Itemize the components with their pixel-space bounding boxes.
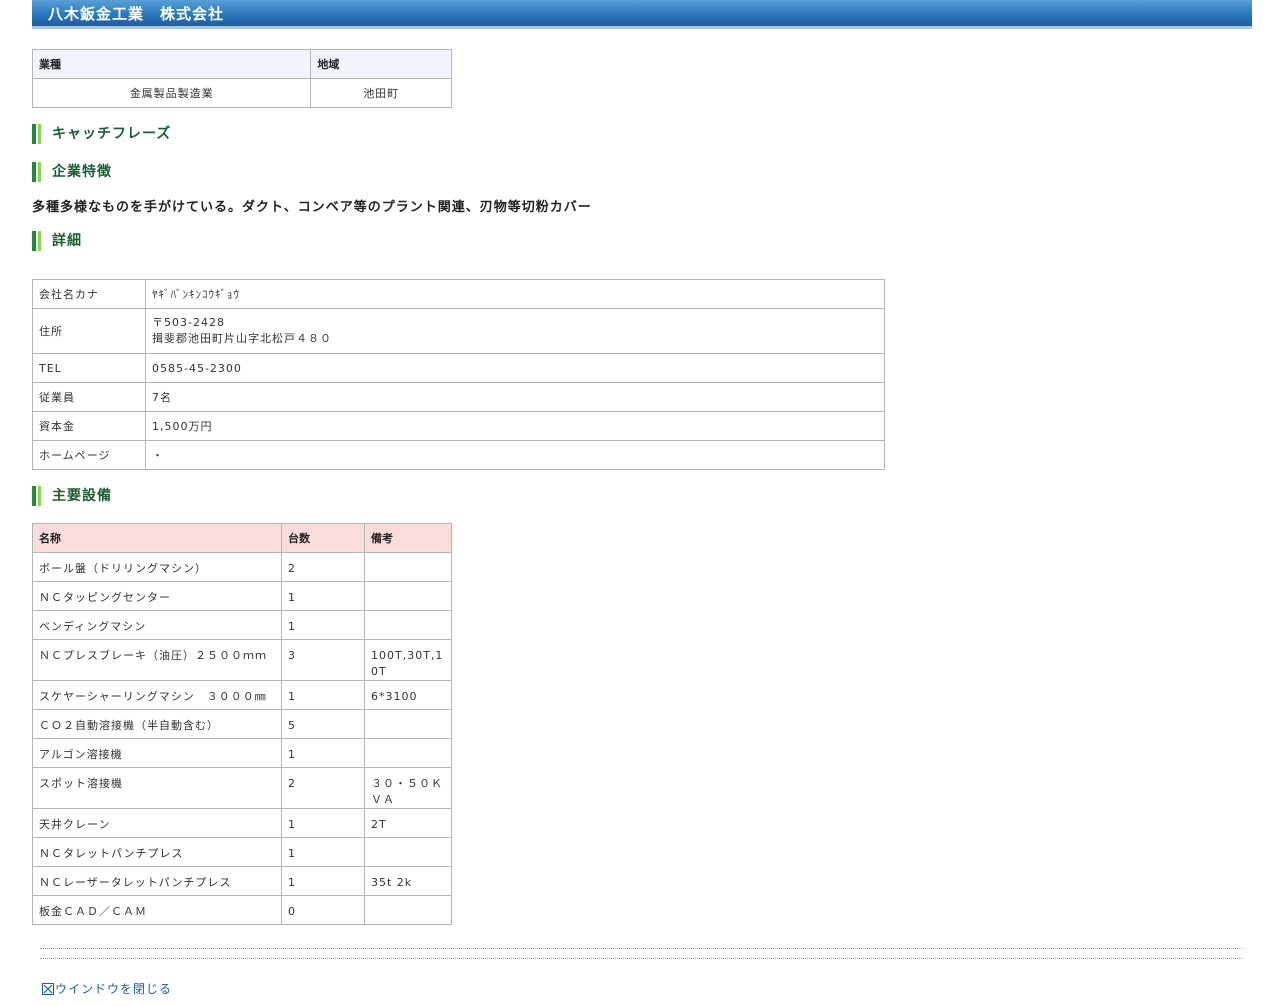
industry-value: 金属製品製造業 [31, 78, 312, 108]
equip-count: 2 [281, 767, 365, 809]
equip-name: スケヤーシャーリングマシン ３０００㎜ [32, 680, 282, 710]
equip-note: ３０・５０ＫＶＡ [364, 767, 452, 809]
equip-name: ＮＣタッピングセンター [32, 581, 282, 611]
homepage-value: ・ [145, 440, 885, 470]
divider [40, 948, 1242, 949]
table-row: 天井クレーン 1 2T [32, 808, 452, 838]
equip-note: 100T,30T,10T [364, 639, 452, 681]
detail-label: ホームページ [32, 440, 146, 470]
capital-value: 1,500万円 [145, 411, 885, 441]
detail-table: 会社名カナ ﾔｷﾞﾊﾞﾝｷﾝｺｳｷﾞｮｳ 住所 〒503-2428 揖斐郡池田町… [32, 279, 885, 470]
equip-name: アルゴン溶接機 [32, 738, 282, 768]
close-window-label: ウインドウを閉じる [55, 982, 173, 996]
equip-name: ベンディングマシン [32, 610, 282, 640]
equip-count: 1 [281, 808, 365, 838]
catchphrase-heading: キャッチフレーズ [32, 124, 171, 144]
table-row: ＣＯ２自動溶接機（半自動含む） 5 [32, 709, 452, 739]
detail-label: 資本金 [32, 411, 146, 441]
table-row: ＮＣレーザータレットパンチプレス 1 35t 2k [32, 866, 452, 896]
feature-heading: 企業特徴 [32, 162, 112, 182]
detail-label: 会社名カナ [32, 279, 146, 309]
equip-name: ＮＣレーザータレットパンチプレス [32, 866, 282, 896]
table-row: スポット溶接機 2 ３０・５０ＫＶＡ [32, 767, 452, 809]
table-row: アルゴン溶接機 1 [32, 738, 452, 768]
table-row: ボール盤（ドリリングマシン） 2 [32, 552, 452, 582]
equip-name: ＮＣタレットパンチプレス [32, 837, 282, 867]
equip-count: 0 [281, 895, 365, 925]
detail-value: ﾔｷﾞﾊﾞﾝｷﾝｺｳｷﾞｮｳ [145, 279, 885, 309]
equip-count: 1 [281, 680, 365, 710]
equipment-heading: 主要設備 [32, 486, 112, 506]
equip-name: スポット溶接機 [32, 767, 282, 809]
detail-label: 住所 [32, 308, 146, 354]
basic-info-table: 業種 地域 金属製品製造業 池田町 [31, 49, 452, 108]
table-row: スケヤーシャーリングマシン ３０００㎜ 1 6*3100 [32, 680, 452, 710]
close-window-link[interactable]: ウインドウを閉じる [42, 980, 172, 997]
detail-heading: 詳細 [32, 231, 82, 251]
equip-name: 天井クレーン [32, 808, 282, 838]
equip-note [364, 610, 452, 640]
detail-row: 従業員 7名 [32, 382, 885, 412]
equip-note: 35t 2k [364, 866, 452, 896]
equip-count-header: 台数 [281, 523, 365, 553]
tel-value: 0585-45-2300 [145, 353, 885, 383]
equip-count: 1 [281, 866, 365, 896]
equip-note [364, 738, 452, 768]
equip-count: 1 [281, 581, 365, 611]
employees-value: 7名 [145, 382, 885, 412]
equip-note-header: 備考 [364, 523, 452, 553]
detail-row: 住所 〒503-2428 揖斐郡池田町片山字北松戸４８０ [32, 308, 885, 354]
address-value: 〒503-2428 揖斐郡池田町片山字北松戸４８０ [145, 308, 885, 354]
postal-code: 〒503-2428 [152, 316, 225, 329]
table-row: ＮＣタレットパンチプレス 1 [32, 837, 452, 867]
equip-name: ＣＯ２自動溶接機（半自動含む） [32, 709, 282, 739]
detail-row: 会社名カナ ﾔｷﾞﾊﾞﾝｷﾝｺｳｷﾞｮｳ [32, 279, 885, 309]
divider [40, 958, 1242, 959]
equip-note: 6*3100 [364, 680, 452, 710]
equipment-table: 名称 台数 備考 ボール盤（ドリリングマシン） 2 ＮＣタッピングセンター 1 … [32, 523, 452, 925]
table-row: ＮＣプレスブレーキ（油圧）２５００ｍｍ 3 100T,30T,10T [32, 639, 452, 681]
equip-count: 5 [281, 709, 365, 739]
region-header: 地域 [310, 49, 452, 79]
equip-count: 1 [281, 738, 365, 768]
detail-row: ホームページ ・ [32, 440, 885, 470]
equip-note [364, 895, 452, 925]
company-title: 八木鈑金工業 株式会社 [32, 0, 1252, 29]
equip-count: 1 [281, 837, 365, 867]
equip-note [364, 709, 452, 739]
equip-note [364, 837, 452, 867]
equip-count: 3 [281, 639, 365, 681]
detail-label: 従業員 [32, 382, 146, 412]
feature-text: 多種多様なものを手がけている。ダクト、コンベア等のプラント関連、刃物等切粉カバー [32, 200, 592, 215]
table-row: ベンディングマシン 1 [32, 610, 452, 640]
equip-name: ＮＣプレスブレーキ（油圧）２５００ｍｍ [32, 639, 282, 681]
equip-count: 2 [281, 552, 365, 582]
equip-note [364, 552, 452, 582]
equip-note: 2T [364, 808, 452, 838]
equip-count: 1 [281, 610, 365, 640]
region-value: 池田町 [310, 78, 452, 108]
detail-row: TEL 0585-45-2300 [32, 353, 885, 383]
table-row: 板金ＣＡＤ／ＣＡＭ 0 [32, 895, 452, 925]
close-icon [42, 982, 54, 995]
detail-row: 資本金 1,500万円 [32, 411, 885, 441]
equip-name-header: 名称 [32, 523, 282, 553]
table-row: ＮＣタッピングセンター 1 [32, 581, 452, 611]
address-line: 揖斐郡池田町片山字北松戸４８０ [152, 332, 332, 345]
equip-name: 板金ＣＡＤ／ＣＡＭ [32, 895, 282, 925]
equip-name: ボール盤（ドリリングマシン） [32, 552, 282, 582]
industry-header: 業種 [31, 49, 312, 79]
equip-note [364, 581, 452, 611]
detail-label: TEL [32, 353, 146, 383]
page-container: 八木鈑金工業 株式会社 業種 地域 金属製品製造業 池田町 キャッチフレーズ 企… [31, 0, 1252, 996]
